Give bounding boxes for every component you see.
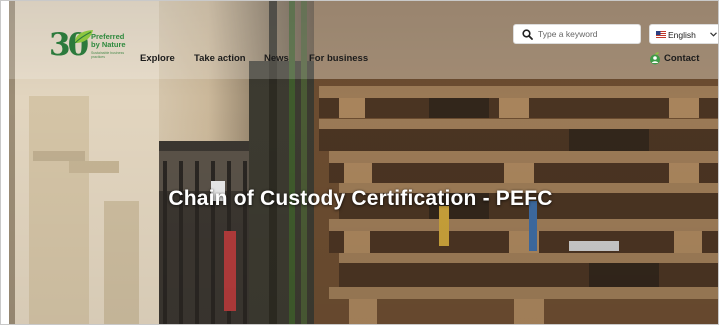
- language-selector[interactable]: English: [649, 24, 718, 44]
- nav-item-news[interactable]: News: [264, 53, 289, 64]
- logo[interactable]: 30 Preferred by Nature Sustainable busin…: [49, 27, 129, 67]
- chevron-down-icon: [710, 32, 717, 37]
- nav-item-take-action[interactable]: Take action: [194, 53, 246, 64]
- nav-item-explore[interactable]: Explore: [140, 53, 175, 64]
- logo-brand-name: Preferred by Nature: [91, 33, 126, 49]
- site-header: 30 Preferred by Nature Sustainable busin…: [9, 1, 718, 79]
- us-flag-icon: [656, 31, 666, 38]
- page-title: Chain of Custody Certification - PEFC: [168, 187, 553, 210]
- page-left-margin: [1, 1, 9, 324]
- search-input[interactable]: [538, 27, 636, 41]
- nav-item-for-business[interactable]: For business: [309, 53, 368, 64]
- logo-tagline: Sustainable business practices: [91, 51, 125, 59]
- search-box[interactable]: [513, 24, 641, 44]
- page: 30 Preferred by Nature Sustainable busin…: [0, 0, 719, 325]
- language-selected: English: [668, 30, 696, 40]
- logo-brand-line-2: by Nature: [91, 40, 126, 49]
- contact-icon: [650, 52, 660, 65]
- search-icon[interactable]: [522, 29, 533, 40]
- contact-label: Contact: [664, 53, 700, 64]
